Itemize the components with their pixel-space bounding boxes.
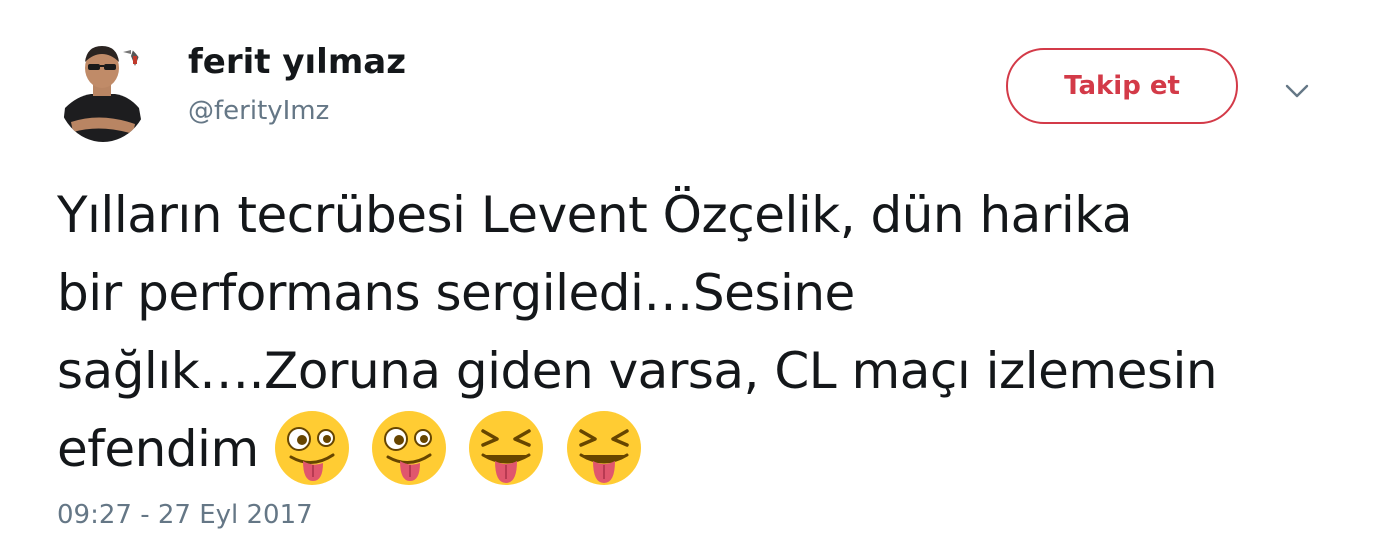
tweet-text-line: sağlık….Zoruna giden varsa, CL maçı izle… <box>57 342 1218 400</box>
tweet-text-line: Yılların tecrübesi Levent Özçelik, dün h… <box>57 186 1133 244</box>
squinting-face-with-tongue-icon <box>469 411 544 486</box>
tweet-card: ferit yılmaz @ferityImz Takip et Yılları… <box>0 0 1390 555</box>
tweet-text-last-word: efendim <box>57 420 259 478</box>
tweet-text-line: bir performans sergiledi…Sesine <box>57 264 855 322</box>
avatar-image <box>57 38 149 142</box>
winking-face-with-tongue-icon <box>372 411 447 486</box>
tweet-text-line-last: efendim <box>57 410 1347 493</box>
chevron-down-icon[interactable] <box>1280 74 1314 108</box>
tweet-text: Yılların tecrübesi Levent Özçelik, dün h… <box>57 176 1347 493</box>
author-name[interactable]: ferit yılmaz <box>188 40 406 84</box>
squinting-face-with-tongue-icon <box>566 411 641 486</box>
follow-button[interactable]: Takip et <box>1006 48 1238 124</box>
emoji-row <box>273 406 647 488</box>
avatar[interactable] <box>57 38 149 142</box>
timestamp[interactable]: 09:27 - 27 Eyl 2017 <box>57 497 313 533</box>
winking-face-with-tongue-icon <box>274 411 349 486</box>
author-handle[interactable]: @ferityImz <box>188 93 329 129</box>
